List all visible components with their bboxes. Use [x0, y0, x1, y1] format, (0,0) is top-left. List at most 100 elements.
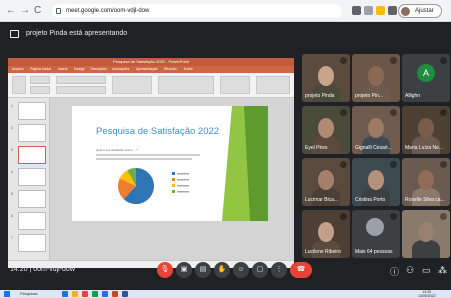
slide-thumbnail[interactable] [18, 124, 46, 142]
more-options-button[interactable]: ⋮ [271, 262, 287, 278]
arrange-group[interactable] [220, 76, 250, 94]
muted-mic-icon [440, 109, 447, 116]
participant-tile[interactable]: Gignalli Cesari... [352, 106, 400, 154]
font-selector[interactable] [56, 76, 106, 84]
slide-thumbnail[interactable] [18, 102, 46, 120]
taskbar-search[interactable]: Pesquisar [14, 290, 52, 298]
chat-icon[interactable]: ▭ [422, 265, 431, 276]
participant-tile[interactable]: projeto Pin... [352, 54, 400, 102]
mic-off-button[interactable]: 🎙 [157, 262, 173, 278]
participant-tile[interactable]: Eyel Pires [302, 106, 350, 154]
participant-face [418, 222, 434, 242]
ppt-tab[interactable]: Transições [90, 67, 107, 71]
present-screen-icon [10, 30, 19, 38]
participant-tile[interactable]: Lucimar Bica... [302, 158, 350, 206]
participant-tile[interactable]: projeto Pinda [302, 54, 350, 102]
slide-thumbnails: 1 2 3 4 5 6 7 [8, 98, 50, 268]
participant-tile[interactable] [402, 210, 450, 258]
editing-group[interactable] [256, 76, 290, 94]
slide-thumbnail[interactable] [18, 234, 46, 252]
ppt-tab[interactable]: Arquivo [12, 67, 24, 71]
app-icon[interactable] [92, 291, 98, 297]
start-icon[interactable] [4, 291, 10, 297]
profile-label: Ajustar [415, 8, 434, 14]
participant-face [318, 118, 334, 138]
slide-thumbnail[interactable] [18, 212, 46, 230]
participant-tile[interactable]: Mais 64 pessoas [352, 210, 400, 258]
muted-mic-icon [340, 57, 347, 64]
camera-button[interactable]: ▣ [176, 262, 192, 278]
people-icon[interactable]: ⚇ [406, 265, 414, 276]
word-icon[interactable] [122, 291, 128, 297]
paragraph-group[interactable] [112, 76, 152, 94]
participant-tile[interactable]: Roselle Silva ca... [402, 158, 450, 206]
thumb-number: 5 [11, 192, 13, 196]
app-icon[interactable] [102, 291, 108, 297]
new-slide-button[interactable] [30, 76, 50, 84]
legend-entry [177, 191, 189, 193]
slide-thumbnail[interactable] [18, 168, 46, 186]
ppt-tab[interactable]: Apresentação [136, 67, 158, 71]
ppt-tab[interactable]: Design [74, 67, 85, 71]
participant-face [368, 66, 384, 86]
muted-mic-icon [440, 213, 447, 220]
file-explorer-icon[interactable] [72, 291, 78, 297]
shapes-group[interactable] [158, 76, 214, 94]
meeting-code: oom-vdjl-dow [33, 266, 75, 273]
participant-tile[interactable]: A Allighn [402, 54, 450, 102]
info-icon[interactable]: ⓘ [390, 265, 399, 278]
participant-tile[interactable]: Maria Luíza Ne... [402, 106, 450, 154]
legend-swatch [172, 178, 175, 181]
share-icon[interactable] [364, 6, 373, 15]
legend-swatch [172, 184, 175, 187]
muted-mic-icon [390, 109, 397, 116]
profile-button[interactable]: Ajustar [398, 4, 442, 18]
text-line [96, 154, 200, 156]
legend-entry [177, 185, 189, 187]
paste-button[interactable] [12, 76, 26, 94]
layout-button[interactable] [30, 86, 50, 94]
slide-thumbnail-selected[interactable] [18, 146, 46, 164]
participant-face [318, 66, 334, 86]
participant-face [368, 170, 384, 190]
ppt-tab[interactable]: Animações [112, 67, 129, 71]
participant-name: Cristina Porto [355, 197, 386, 203]
thumb-number: 2 [11, 126, 13, 130]
ppt-tab[interactable]: Inserir [58, 67, 68, 71]
reload-icon[interactable]: C [34, 5, 41, 17]
legend-swatch [172, 190, 175, 193]
leave-call-button[interactable]: ☎ [290, 262, 312, 278]
captions-button[interactable]: ▤ [195, 262, 211, 278]
ppt-tab[interactable]: Revisão [164, 67, 177, 71]
meet-window: projeto Pinda está apresentando Pesquisa… [0, 22, 451, 290]
slide-thumbnail[interactable] [18, 190, 46, 208]
star-icon[interactable] [376, 6, 385, 15]
address-bar[interactable]: meet.google.com/oom-vdjl-dow [52, 4, 342, 18]
task-view-icon[interactable] [62, 291, 68, 297]
ppt-window-title: Pesquisa de Satisfação 2022 - PowerPoint [8, 58, 294, 66]
slide-editor: Pesquisa de Satisfação 2022 Qual a sua a… [50, 98, 294, 268]
current-slide[interactable]: Pesquisa de Satisfação 2022 Qual a sua a… [72, 106, 268, 221]
present-button[interactable]: ▢ [252, 262, 268, 278]
clock-date: 13/09/2022 [418, 294, 436, 298]
raise-hand-button[interactable]: ✋ [214, 262, 230, 278]
participant-tile[interactable]: Cristina Porto [352, 158, 400, 206]
forward-icon[interactable]: → [20, 5, 30, 17]
ppt-tabs: Arquivo Página Inicial Inserir Design Tr… [8, 66, 294, 73]
chrome-icon[interactable] [82, 291, 88, 297]
emoji-button[interactable]: ☺ [233, 262, 249, 278]
font-format-group[interactable] [56, 86, 106, 94]
ppt-tab[interactable]: Página Inicial [30, 67, 51, 71]
participant-tile[interactable]: Lucilene Ribeiro [302, 210, 350, 258]
puzzle-extension-icon[interactable] [388, 6, 397, 15]
back-icon[interactable]: ← [6, 5, 16, 17]
thumb-number: 4 [11, 170, 13, 174]
powerpoint-icon[interactable] [112, 291, 118, 297]
participant-name: Roselle Silva ca... [405, 197, 445, 203]
camera-extension-icon[interactable] [352, 6, 361, 15]
thumb-number: 1 [11, 104, 13, 108]
participant-name: Eyel Pires [305, 145, 328, 151]
activities-icon[interactable]: ⁂ [438, 265, 447, 276]
text-line [96, 158, 192, 160]
ppt-tab[interactable]: Exibir [184, 67, 193, 71]
